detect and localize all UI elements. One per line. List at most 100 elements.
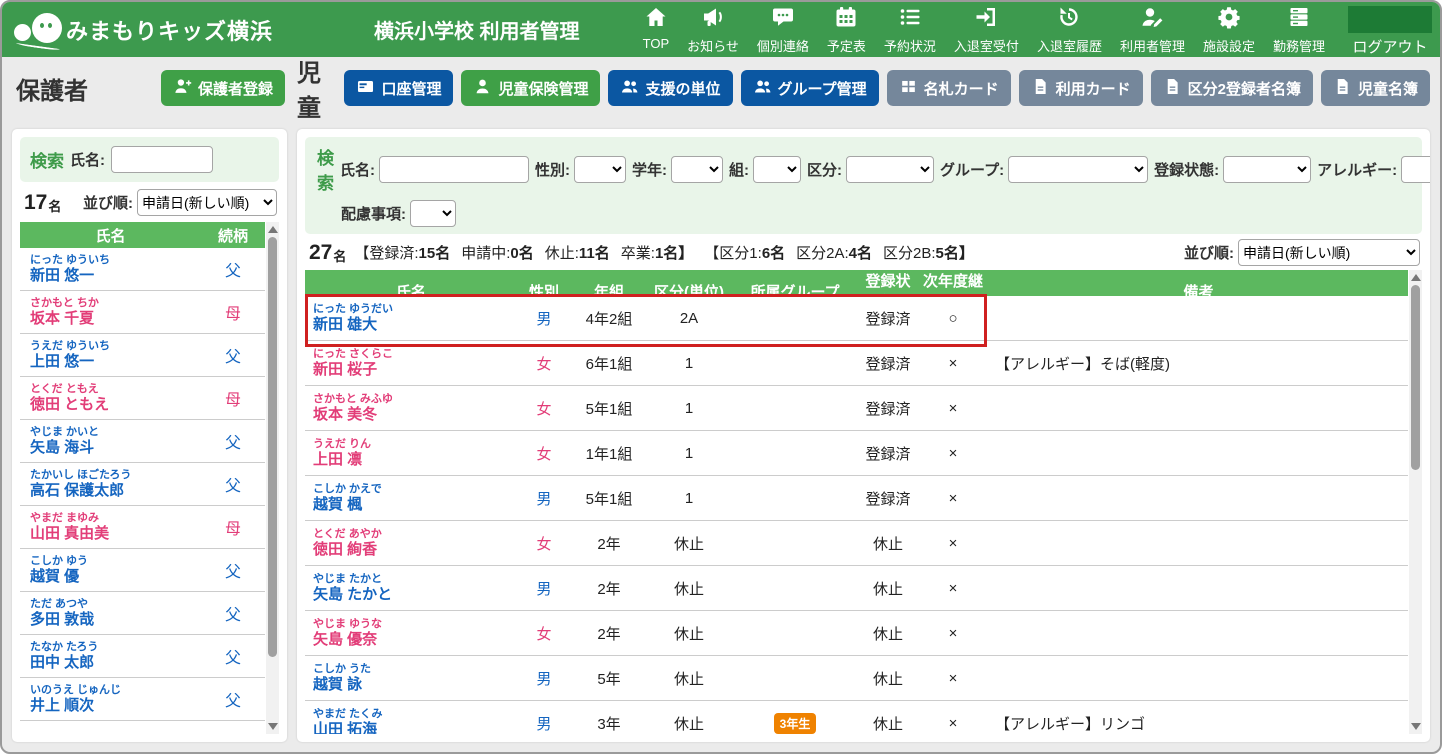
guardian-relation: 父	[224, 478, 241, 495]
guardian-name[interactable]: とくだ ともえ 徳田 ともえ	[20, 383, 201, 413]
child-name-link[interactable]: こしか かえで 越賀 楓	[305, 483, 517, 513]
child-name-link[interactable]: やじま たかと 矢島 たかと	[305, 573, 517, 603]
guardian-row[interactable]: たなか たろう 田中 太郎 父	[20, 635, 265, 678]
guardian-row[interactable]: やじま かいと 矢島 海斗 父	[20, 420, 265, 463]
child-row[interactable]: とくだ あやか 徳田 絢香 女 2年 休止 休止 ×	[305, 521, 1408, 566]
child-next-year: ×	[948, 669, 958, 687]
logout-button[interactable]: ログアウト	[1340, 3, 1440, 57]
button-icon	[620, 77, 639, 100]
guardian-name[interactable]: やまだ まゆみ 山田 真由美	[20, 512, 201, 542]
app-logo[interactable]: みまもりキッズ横浜	[14, 10, 344, 51]
scroll-thumb[interactable]	[1411, 285, 1420, 470]
toolbar-button[interactable]: 支援の単位	[608, 70, 733, 106]
filter-input[interactable]	[379, 155, 529, 183]
child-row[interactable]: にった ゆうだい 新田 雄大 男 4年2組 2A 登録済 ○	[305, 294, 1408, 347]
guardian-row[interactable]: にった ゆういち 新田 悠一 父	[20, 248, 265, 291]
child-row[interactable]: やまだ たくみ 山田 拓海 男 3年 休止 3年生 休止 × 【アレルギー】リン…	[305, 701, 1408, 734]
scroll-thumb[interactable]	[268, 237, 277, 657]
guardian-name[interactable]: さかもと ちか 坂本 千夏	[20, 297, 201, 327]
guardian-scrollbar[interactable]	[266, 222, 279, 734]
nav-item[interactable]: 勤務管理	[1264, 2, 1334, 59]
guardian-sort-select[interactable]: 申請日(新しい順)	[137, 189, 277, 216]
guardian-row[interactable]: こしか ゆう 越賀 優 父	[20, 549, 265, 592]
child-name-link[interactable]: やまだ たくみ 山田 拓海	[305, 708, 517, 734]
nav-item[interactable]: 入退室履歴	[1028, 2, 1111, 59]
filter-select[interactable]	[1223, 155, 1312, 183]
nav-item[interactable]: 入退室受付	[945, 2, 1028, 59]
child-name-link[interactable]: にった ゆうだい 新田 雄大	[305, 303, 517, 333]
children-count: 27	[309, 240, 333, 264]
scroll-up-icon[interactable]	[267, 226, 278, 233]
guardian-name[interactable]: こしか ゆう 越賀 優	[20, 555, 201, 585]
nav-item[interactable]: 利用者管理	[1111, 2, 1194, 59]
guardian-name[interactable]: たかいし ほごたろう 高石 保護太郎	[20, 469, 201, 499]
guardian-row[interactable]: いのうえ じゅんじ 井上 順次 父	[20, 678, 265, 721]
guardian-name[interactable]: たなか たろう 田中 太郎	[20, 641, 201, 671]
child-category: 休止	[673, 535, 704, 553]
child-row[interactable]: にった さくらこ 新田 桜子 女 6年1組 1 登録済 × 【アレルギー】そば(…	[305, 341, 1408, 386]
guardian-name-input[interactable]	[111, 146, 213, 173]
child-row[interactable]: さかもと みふゆ 坂本 美冬 女 5年1組 1 登録済 ×	[305, 386, 1408, 431]
scroll-up-icon[interactable]	[1410, 274, 1421, 281]
button-icon	[753, 77, 772, 100]
guardian-name[interactable]: にった ゆういち 新田 悠一	[20, 254, 201, 284]
child-name-link[interactable]: やじま ゆうな 矢島 優奈	[305, 618, 517, 648]
filter-select[interactable]	[671, 155, 723, 183]
toolbar-button[interactable]: 口座管理	[344, 70, 454, 106]
nav-item[interactable]: 予約状況	[875, 2, 945, 59]
filter-item: 組:	[729, 155, 801, 183]
guardian-name[interactable]: うえだ ゆういち 上田 悠一	[20, 340, 201, 370]
children-buttons: 口座管理 児童保険管理 支援の単位 グループ管理 名札カード 利用カード 区分2…	[344, 70, 1430, 106]
child-row[interactable]: やじま ゆうな 矢島 優奈 女 2年 休止 休止 ×	[305, 611, 1408, 656]
guardian-name[interactable]: ただ あつや 多田 敦哉	[20, 598, 201, 628]
guardian-row[interactable]: たかいし ほごたろう 高石 保護太郎 父	[20, 463, 265, 506]
nav-item[interactable]: お知らせ	[678, 2, 748, 59]
child-gender: 男	[536, 490, 552, 508]
guardian-name[interactable]: やじま かいと 矢島 海斗	[20, 426, 201, 456]
filter-select[interactable]	[1401, 155, 1430, 183]
filter-select[interactable]	[753, 155, 801, 183]
nav-item[interactable]: 予定表	[818, 2, 875, 59]
children-sort-select[interactable]: 申請日(新しい順)	[1238, 239, 1420, 266]
child-gender: 女	[536, 535, 552, 553]
filter-select[interactable]	[574, 155, 626, 183]
child-row[interactable]: こしか かえで 越賀 楓 男 5年1組 1 登録済 ×	[305, 476, 1408, 521]
guardian-row[interactable]: うえだ ゆういち 上田 悠一 父	[20, 334, 265, 377]
nav-item[interactable]: 個別連絡	[748, 2, 818, 59]
guardian-count-row: 17 名 並び順: 申請日(新しい順)	[20, 182, 279, 222]
toolbar-button[interactable]: 児童名簿	[1320, 70, 1430, 106]
child-name-link[interactable]: うえだ りん 上田 凛	[305, 438, 517, 468]
guardian-register-button[interactable]: 保護者登録	[160, 70, 285, 106]
filter-select[interactable]	[410, 200, 456, 227]
guardian-row[interactable]: とくだ ともえ 徳田 ともえ 母	[20, 377, 265, 420]
child-row[interactable]: うえだ りん 上田 凛 女 1年1組 1 登録済 ×	[305, 431, 1408, 476]
child-name-link[interactable]: にった さくらこ 新田 桜子	[305, 348, 517, 378]
child-row[interactable]: こしか うた 越賀 詠 男 5年 休止 休止 ×	[305, 656, 1408, 701]
child-name-link[interactable]: さかもと みふゆ 坂本 美冬	[305, 393, 517, 423]
filter-select[interactable]	[846, 155, 934, 183]
main-nav: TOP お知らせ 個別連絡 予定表 予約状況 入退室受付 入退室履歴 利用者管理…	[634, 2, 1334, 59]
toolbar-button[interactable]: 区分2登録者名簿	[1150, 70, 1313, 106]
toolbar-button[interactable]: 児童保険管理	[461, 70, 601, 106]
guardian-row[interactable]: さかもと ちか 坂本 千夏 母	[20, 291, 265, 334]
toolbar-button[interactable]: グループ管理	[740, 70, 879, 106]
filter-select[interactable]	[1008, 155, 1149, 183]
children-scrollbar[interactable]	[1409, 270, 1422, 734]
child-status: 登録済	[865, 400, 911, 418]
toolbar-button[interactable]: 利用カード	[1018, 70, 1143, 106]
guardian-row[interactable]: ただ あつや 多田 敦哉 父	[20, 592, 265, 635]
guardian-name[interactable]: いのうえ じゅんじ 井上 順次	[20, 684, 201, 714]
page-title: 横浜小学校 利用者管理	[374, 21, 580, 43]
child-gender: 男	[536, 715, 552, 733]
scroll-down-icon[interactable]	[267, 723, 278, 730]
nav-item[interactable]: 施設設定	[1194, 2, 1264, 59]
guardian-row[interactable]: いのうえ じゅんじ 父	[20, 721, 265, 734]
child-name-link[interactable]: とくだ あやか 徳田 絢香	[305, 528, 517, 558]
child-row[interactable]: やじま たかと 矢島 たかと 男 2年 休止 休止 ×	[305, 566, 1408, 611]
top-header: みまもりキッズ横浜 横浜小学校 利用者管理 TOP お知らせ 個別連絡 予定表 …	[2, 2, 1440, 57]
toolbar-button[interactable]: 名札カード	[886, 70, 1011, 106]
scroll-down-icon[interactable]	[1410, 723, 1421, 730]
guardian-row[interactable]: やまだ まゆみ 山田 真由美 母	[20, 506, 265, 549]
nav-item[interactable]: TOP	[634, 2, 679, 55]
child-name-link[interactable]: こしか うた 越賀 詠	[305, 663, 517, 693]
